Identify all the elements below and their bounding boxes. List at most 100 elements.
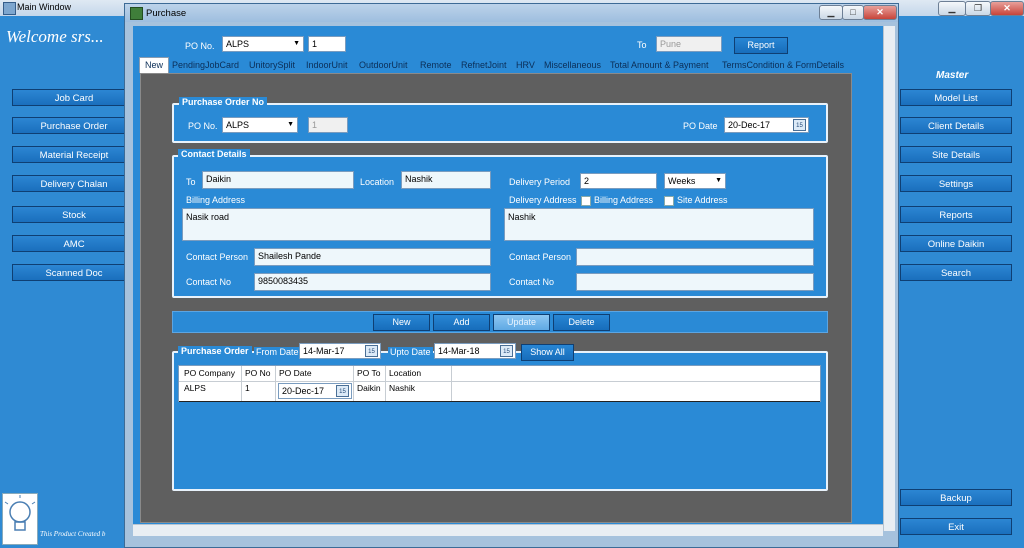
tab-hrv[interactable]: HRV — [516, 58, 535, 73]
from-date-label: From Date — [254, 347, 301, 357]
to-label: To — [186, 177, 196, 187]
table-cell[interactable]: Nashik — [386, 381, 452, 401]
delivery-period-input[interactable]: 2 — [580, 173, 657, 189]
site-details-button[interactable]: Site Details — [900, 146, 1012, 163]
billing-address-input[interactable]: Nasik road — [182, 208, 491, 241]
contact-person-2-label: Contact Person — [509, 252, 572, 262]
delivery-address-input[interactable]: Nashik — [504, 208, 814, 241]
model-list-button[interactable]: Model List — [900, 89, 1012, 106]
delivery-chalan-button[interactable]: Delivery Chalan — [12, 175, 136, 192]
welcome-text: Welcome srs... — [6, 27, 104, 46]
dialog-minimize-icon[interactable]: ▁ — [819, 5, 843, 20]
master-heading: Master — [936, 70, 969, 81]
show-all-button[interactable]: Show All — [521, 344, 574, 361]
column-header[interactable]: PO To — [354, 366, 386, 381]
update-button[interactable]: Update — [493, 314, 550, 331]
contact-no-label: Contact No — [186, 277, 232, 287]
purchase-titlebar: Purchase ▁ □ ✕ — [125, 4, 898, 22]
vertical-scrollbar[interactable] — [883, 26, 895, 531]
restore-icon[interactable]: ❐ — [965, 1, 991, 16]
column-header[interactable]: Location — [386, 366, 452, 381]
billing-address-checkbox[interactable]: Billing Address — [581, 195, 653, 206]
purchase-order-button[interactable]: Purchase Order — [12, 117, 136, 134]
column-header[interactable]: PO No — [242, 366, 276, 381]
po-date-picker[interactable]: 20-Dec-17 15 — [724, 117, 809, 133]
table-cell[interactable]: 20-Dec-17 15 — [276, 381, 354, 401]
search-button[interactable]: Search — [900, 264, 1012, 281]
calendar-icon[interactable]: 15 — [365, 345, 378, 357]
close-icon[interactable]: ✕ — [990, 1, 1024, 16]
lightbulb-logo-icon — [2, 493, 38, 545]
upto-date-picker[interactable]: 14-Mar-18 15 — [434, 343, 516, 359]
reports-button[interactable]: Reports — [900, 206, 1012, 223]
table-cell[interactable]: 1 — [242, 381, 276, 401]
tab-terms-condition[interactable]: TermsCondition & FormDetails — [722, 58, 844, 73]
delete-button[interactable]: Delete — [553, 314, 610, 331]
minimize-icon[interactable]: ▁ — [938, 1, 966, 16]
checkbox-icon[interactable] — [581, 195, 591, 206]
contact-person-input[interactable]: Shailesh Pande — [254, 248, 491, 266]
delivery-period-label: Delivery Period — [509, 177, 571, 187]
top-to-input[interactable]: Pune — [656, 36, 722, 52]
row-divider — [179, 401, 820, 402]
purchase-window-icon — [130, 7, 143, 20]
chevron-down-icon: ▼ — [715, 177, 722, 184]
top-po-label: PO No. — [185, 41, 215, 51]
chevron-down-icon: ▼ — [293, 40, 300, 47]
exit-button[interactable]: Exit — [900, 518, 1012, 535]
calendar-icon[interactable]: 15 — [793, 119, 806, 131]
stock-button[interactable]: Stock — [12, 206, 136, 223]
material-receipt-button[interactable]: Material Receipt — [12, 146, 136, 163]
location-input[interactable]: Nashik — [401, 171, 491, 189]
site-address-checkbox[interactable]: Site Address — [664, 195, 728, 206]
table-cell[interactable]: ALPS — [181, 381, 242, 401]
report-button[interactable]: Report — [734, 37, 788, 54]
tab-remote[interactable]: Remote — [420, 58, 452, 73]
po-number-input[interactable]: 1 — [308, 117, 348, 133]
contact-no-input[interactable]: 9850083435 — [254, 273, 491, 291]
new-button[interactable]: New — [373, 314, 430, 331]
from-date-picker[interactable]: 14-Mar-17 15 — [299, 343, 381, 359]
column-header[interactable]: PO Date — [276, 366, 354, 381]
checkbox-icon[interactable] — [664, 195, 674, 206]
horizontal-scrollbar[interactable] — [133, 524, 883, 536]
online-daikin-button[interactable]: Online Daikin — [900, 235, 1012, 252]
amc-button[interactable]: AMC — [12, 235, 136, 252]
to-input[interactable]: Daikin — [202, 171, 354, 189]
column-header[interactable]: PO Company — [181, 366, 242, 381]
contact-person-2-input[interactable] — [576, 248, 814, 266]
po-company-select[interactable]: ALPS ▼ — [222, 117, 298, 133]
tab-strip: New PendingJobCard UnitorySplit IndoorUn… — [14, 57, 844, 73]
contact-person-label: Contact Person — [186, 252, 249, 262]
contact-no-2-input[interactable] — [576, 273, 814, 291]
add-button[interactable]: Add — [433, 314, 490, 331]
client-details-button[interactable]: Client Details — [900, 117, 1012, 134]
chevron-down-icon: ▼ — [287, 121, 294, 128]
footer-credit: This Product Created b — [40, 530, 106, 538]
dialog-maximize-icon[interactable]: □ — [842, 5, 864, 20]
job-card-button[interactable]: Job Card — [12, 89, 136, 106]
contact-details-legend: Contact Details — [178, 149, 250, 159]
tab-pending-job-card[interactable]: PendingJobCard — [172, 58, 239, 73]
scanned-doc-button[interactable]: Scanned Doc — [12, 264, 136, 281]
top-po-company-select[interactable]: ALPS ▼ — [222, 36, 304, 52]
table-cell[interactable]: Daikin — [354, 381, 386, 401]
tab-miscellaneous[interactable]: Miscellaneous — [544, 58, 601, 73]
tab-indoor-unit[interactable]: IndoorUnit — [306, 58, 348, 73]
delivery-unit-select[interactable]: Weeks ▼ — [664, 173, 726, 189]
tab-total-amount-payment[interactable]: Total Amount & Payment — [610, 58, 709, 73]
tab-unitory-split[interactable]: UnitorySplit — [249, 58, 295, 73]
main-window-title: Main Window — [17, 2, 72, 12]
row-date-picker[interactable]: 20-Dec-17 15 — [278, 383, 352, 399]
dialog-close-icon[interactable]: ✕ — [863, 5, 897, 20]
purchase-order-legend: Purchase Order — [178, 346, 252, 356]
po-no-label: PO No. — [188, 121, 218, 131]
calendar-icon[interactable]: 15 — [500, 345, 513, 357]
tab-outdoor-unit[interactable]: OutdoorUnit — [359, 58, 408, 73]
settings-button[interactable]: Settings — [900, 175, 1012, 192]
tab-refnet-joint[interactable]: RefnetJoint — [461, 58, 507, 73]
tab-new[interactable]: New — [139, 57, 170, 73]
calendar-icon[interactable]: 15 — [336, 385, 349, 397]
top-po-number-input[interactable]: 1 — [308, 36, 346, 52]
backup-button[interactable]: Backup — [900, 489, 1012, 506]
